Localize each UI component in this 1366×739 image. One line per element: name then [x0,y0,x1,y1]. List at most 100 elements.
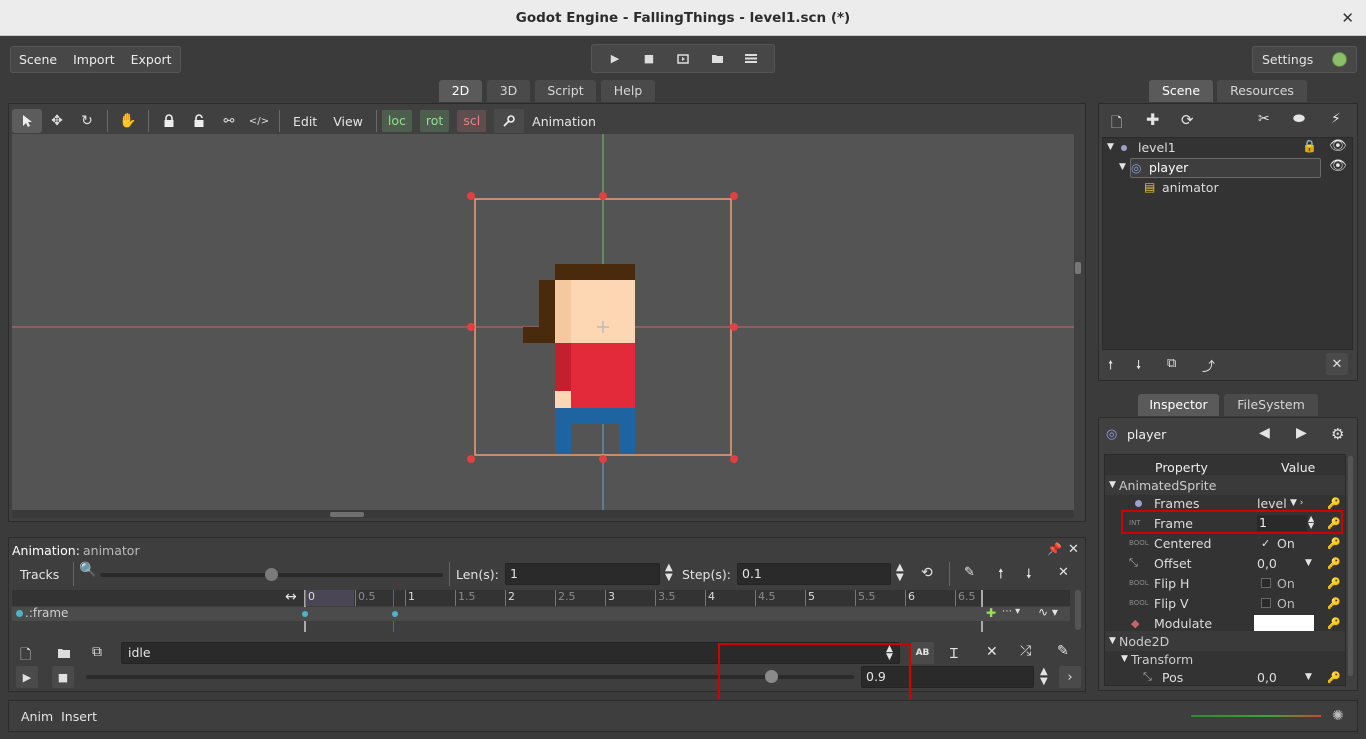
remove-track-icon[interactable]: ✕ [1058,565,1069,580]
inspector-scrollbar[interactable] [1348,456,1353,676]
rot-key-toggle[interactable]: rot [419,110,450,132]
animation-menu[interactable]: Animation [524,114,604,129]
close-window-button[interactable]: ✕ [1341,0,1354,36]
move-down-icon[interactable]: 🠗 [1026,565,1032,587]
rename-icon[interactable]: Ɪ [950,644,958,663]
offset-value[interactable]: 0,0 [1257,556,1277,571]
delete-node-icon[interactable]: ✕ [1326,353,1348,375]
unlock-icon[interactable] [184,109,214,133]
viewport-vscroll-thumb[interactable] [1075,262,1081,274]
checkbox[interactable] [1261,578,1271,588]
new-scene-icon[interactable]: 🗋 [1111,112,1122,136]
tracks-vscrollbar[interactable] [1075,590,1081,630]
key-icon[interactable]: 🔑 [1327,537,1341,550]
dropdown-icon[interactable]: ▼ [1305,558,1312,568]
movie-icon[interactable] [741,49,761,69]
move-up-icon[interactable]: 🠕 [998,565,1004,587]
key-icon[interactable]: 🔑 [1327,577,1341,590]
keyframe[interactable] [302,611,308,617]
tree-player[interactable]: player [1149,160,1188,175]
tree-animator[interactable]: animator [1162,180,1219,195]
scl-key-toggle[interactable]: scl [457,110,487,132]
edit-menu[interactable]: Edit [285,114,325,129]
hscroll-thumb[interactable] [330,512,364,517]
groups-icon[interactable]: ⬬ [1293,111,1305,127]
timeline-expand-icon[interactable]: ↔ [285,589,297,605]
pin-icon[interactable]: 📌 [1047,542,1062,556]
add-node-icon[interactable]: ✚ [1146,110,1159,129]
autoplay-icon[interactable]: AB [911,642,934,664]
instance-scene-icon[interactable]: ⟳ [1181,111,1194,129]
prop-modulate[interactable]: ◆ Modulate 🔑 [1105,613,1345,633]
dropdown-icon[interactable]: ▼ [1305,672,1312,682]
pos-value[interactable]: 0,0 [1257,670,1277,685]
tab-3d[interactable]: 3D [487,80,530,102]
update-mode-icon[interactable]: ⋯ ▾ [1002,606,1020,617]
prop-fliph[interactable]: BOOL Flip H On 🔑 [1105,573,1345,593]
duplicate-icon[interactable]: ⧉ [1167,356,1176,371]
reparent-icon[interactable]: ⤴ [1202,356,1215,375]
object-settings-icon[interactable]: ⚙ [1331,425,1344,443]
close-panel-icon[interactable]: ✕ [1068,542,1079,557]
loop-icon[interactable]: ⟲ [921,565,933,581]
menu-export[interactable]: Export [123,52,180,67]
tab-script[interactable]: Script [535,80,596,102]
select-tool-icon[interactable] [12,109,42,133]
visibility-icon[interactable]: 👁 [1329,138,1347,154]
lock-icon[interactable]: 🔒 [1302,139,1317,153]
visibility-icon[interactable]: 👁 [1329,158,1347,174]
position-spinner-icon[interactable]: ▲ ▼ [1040,667,1048,687]
pan-tool-icon[interactable]: ✋ [113,109,143,133]
viewport-2d[interactable] [12,134,1074,510]
keyframe[interactable] [392,611,398,617]
blend-icon[interactable]: ⤮ [1020,643,1031,659]
tab-2d[interactable]: 2D [439,80,482,102]
prop-flipv[interactable]: BOOL Flip V On 🔑 [1105,593,1345,613]
stop-animation-icon[interactable]: ■ [52,666,74,688]
delete-animation-icon[interactable]: ✕ [986,644,998,660]
track-row[interactable] [12,607,1070,621]
move-down-icon[interactable]: 🠗 [1136,356,1141,377]
key-icon[interactable] [494,109,525,133]
stop-icon[interactable]: ■ [639,49,659,69]
rotate-tool-icon[interactable]: ↻ [72,109,102,133]
length-spinner-icon[interactable]: ▲ ▼ [665,563,673,583]
collapse-icon[interactable]: ▼ [1107,142,1114,152]
status-anim[interactable]: Anim [21,709,53,724]
key-icon[interactable]: 🔑 [1327,497,1341,510]
prop-pos[interactable]: ⤡ Pos 0,0 ▼ 🔑 [1105,667,1345,685]
step-input[interactable]: 0.1 [737,563,891,585]
prop-offset[interactable]: ⤡ Offset 0,0 ▼ 🔑 [1105,553,1345,573]
prop-centered[interactable]: BOOL Centered ✓ On 🔑 [1105,533,1345,553]
load-animation-icon[interactable] [52,642,76,664]
checkbox[interactable] [1261,598,1271,608]
play-icon[interactable]: ▶ [605,49,625,69]
dropdown-icon[interactable]: ▼ › [1290,498,1303,508]
collapse-icon[interactable]: ▼ [1119,162,1126,172]
section-transform[interactable]: ▼ Transform [1105,649,1345,669]
tab-filesystem[interactable]: FileSystem [1224,394,1318,416]
play-custom-icon[interactable] [707,49,727,69]
group-icon[interactable]: ⚯ [214,109,244,133]
zoom-slider-handle[interactable] [265,568,278,581]
move-tool-icon[interactable]: ✥ [42,109,72,133]
script-icon[interactable]: ✂ [1258,111,1270,127]
play-scene-icon[interactable] [673,49,693,69]
duplicate-animation-icon[interactable]: ⧉ [92,644,102,660]
status-insert[interactable]: Insert [61,709,97,724]
color-swatch[interactable] [1254,615,1314,632]
edit-animation-icon[interactable]: ✎ [1057,643,1069,659]
viewport-hscrollbar[interactable] [12,510,1074,518]
interpolation-icon[interactable]: ∿ ▾ [1038,605,1058,619]
history-forward-icon[interactable]: ▶ [1296,425,1307,441]
loc-key-toggle[interactable]: loc [381,110,412,132]
tab-resources[interactable]: Resources [1217,80,1307,102]
checkbox-checked[interactable]: ✓ [1261,537,1270,550]
add-key-icon[interactable]: ✚ [986,606,996,620]
step-spinner-icon[interactable]: ▲ ▼ [896,563,904,583]
length-input[interactable]: 1 [505,563,660,585]
tab-help[interactable]: Help [601,80,655,102]
new-animation-icon[interactable]: 🗋 [20,644,31,668]
history-back-icon[interactable]: ◀ [1259,425,1270,441]
key-icon[interactable]: 🔑 [1327,671,1341,684]
